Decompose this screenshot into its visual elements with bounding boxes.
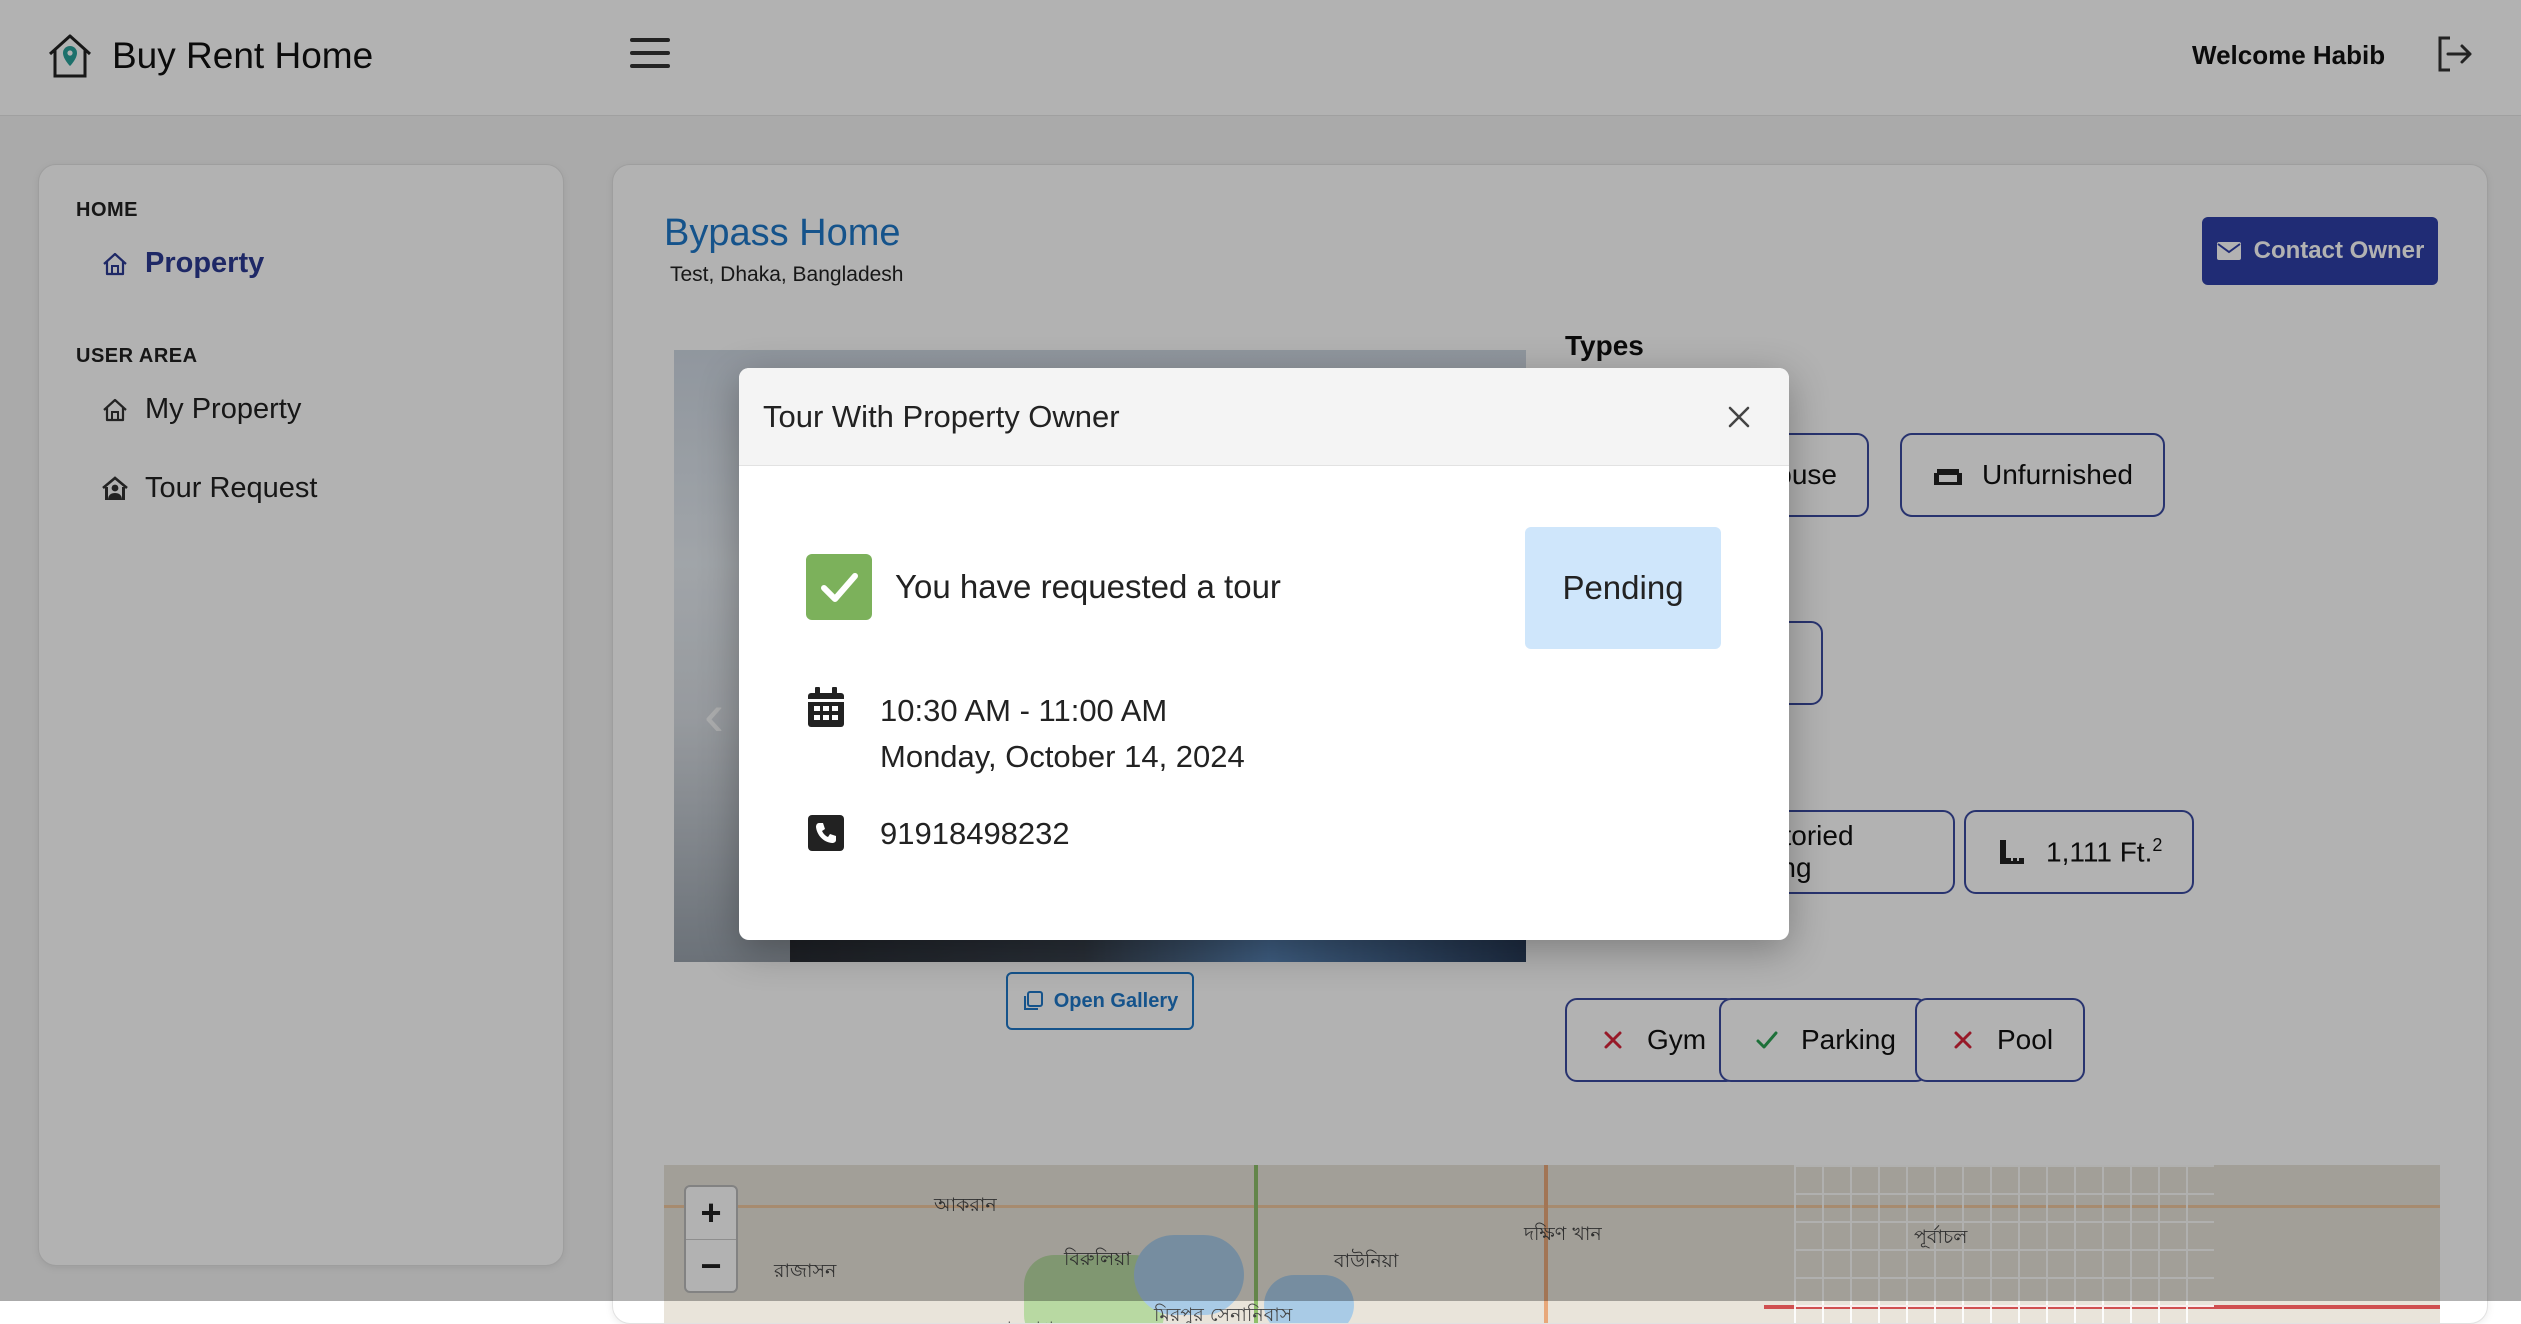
check-square-icon bbox=[806, 554, 872, 620]
tour-modal: Tour With Property Owner You have reques… bbox=[739, 368, 1789, 940]
checkmark-glyph bbox=[821, 573, 858, 602]
close-icon[interactable] bbox=[1720, 398, 1758, 436]
tour-date: Monday, October 14, 2024 bbox=[880, 739, 1245, 774]
map-label: মিরপুর সেনানিবাস bbox=[1154, 1304, 1293, 1324]
modal-header: Tour With Property Owner bbox=[739, 368, 1789, 466]
tour-status-text: You have requested a tour bbox=[895, 568, 1281, 605]
modal-title: Tour With Property Owner bbox=[763, 398, 1120, 434]
phone-icon bbox=[808, 815, 844, 851]
page: Buy Rent Home Welcome Habib HOME Propert… bbox=[0, 0, 2521, 1324]
tour-time-block: 10:30 AM - 11:00 AM Monday, October 14, … bbox=[880, 688, 1245, 780]
owner-phone: 91918498232 bbox=[880, 816, 1070, 851]
tour-time: 10:30 AM - 11:00 AM bbox=[880, 693, 1168, 728]
map-label: সাদুল্লাপুর bbox=[994, 1315, 1064, 1323]
calendar-icon bbox=[808, 687, 844, 727]
status-badge: Pending bbox=[1525, 527, 1721, 649]
